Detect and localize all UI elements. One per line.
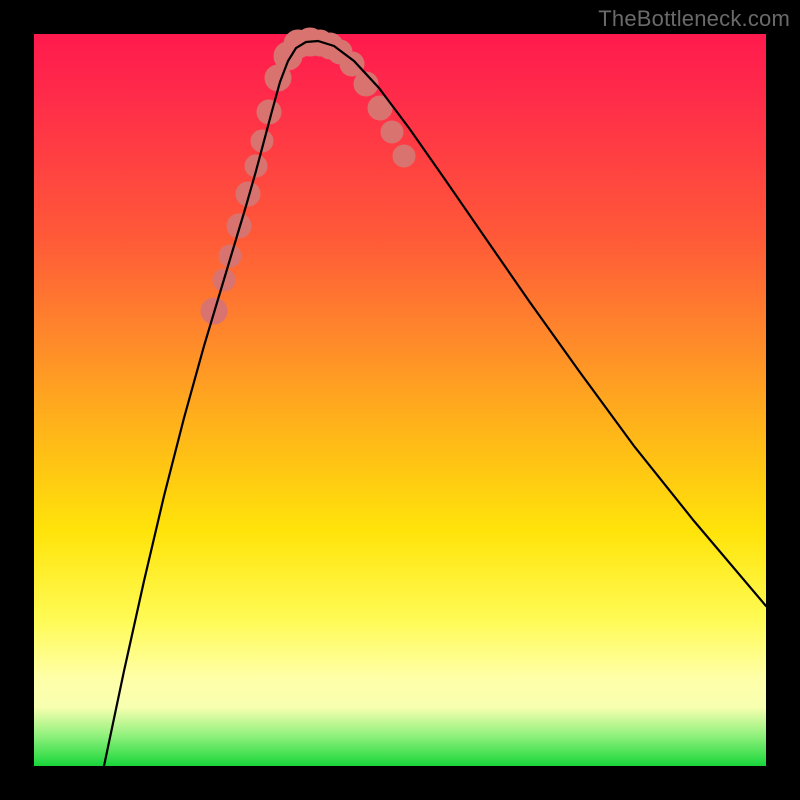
highlight-dot xyxy=(340,52,364,76)
plot-area xyxy=(34,34,766,766)
main-curve xyxy=(104,41,766,766)
watermark-text: TheBottleneck.com xyxy=(598,6,790,32)
highlight-dot xyxy=(381,121,403,143)
dots-layer xyxy=(201,28,415,324)
chart-svg xyxy=(34,34,766,766)
highlight-dot xyxy=(393,145,415,167)
outer-frame: TheBottleneck.com xyxy=(0,0,800,800)
